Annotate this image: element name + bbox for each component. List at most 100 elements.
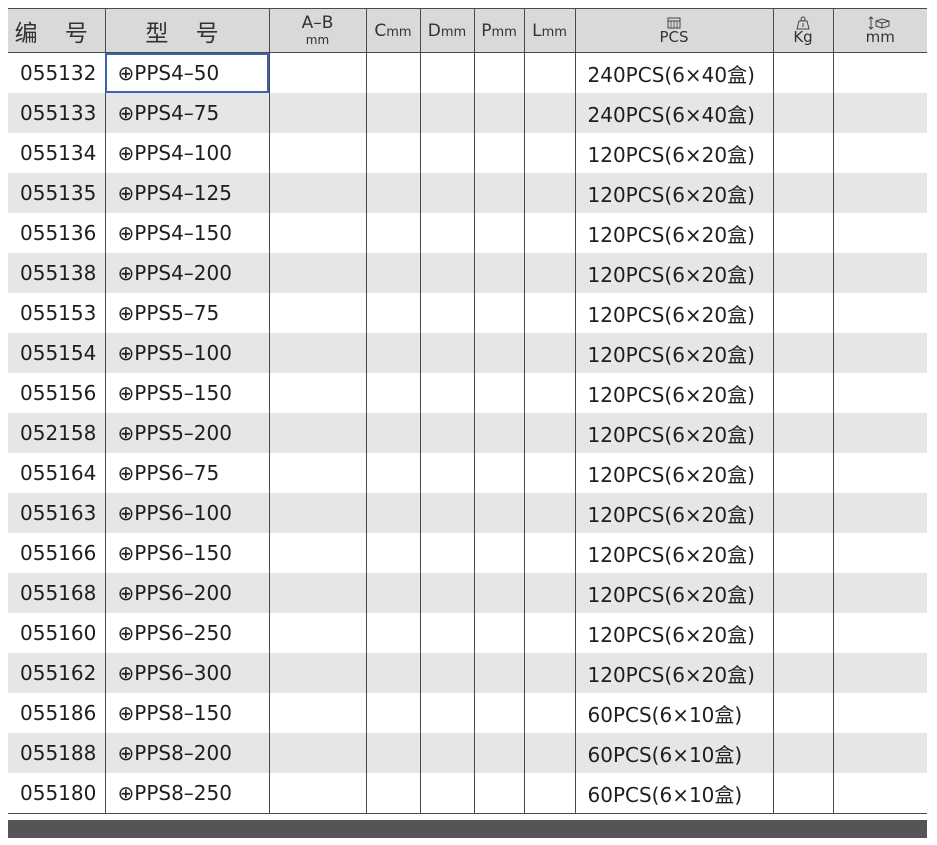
table-row: 055153 ⊕PPS5–75 120PCS(6×20盒) <box>8 293 927 333</box>
cell-mm <box>832 773 927 814</box>
cell-c <box>365 733 420 773</box>
cell-model[interactable]: ⊕PPS4–75 <box>104 93 269 133</box>
cell-model[interactable]: ⊕PPS4–100 <box>104 133 269 173</box>
cell-model[interactable]: ⊕PPS6–150 <box>104 533 269 573</box>
phillips-cross-icon: ⊕ <box>117 181 135 205</box>
cell-d <box>419 253 474 293</box>
cell-pack: 240PCS(6×40盒) <box>574 93 773 133</box>
cell-pack: 120PCS(6×20盒) <box>574 253 773 293</box>
cell-p <box>473 93 524 133</box>
cell-model[interactable]: ⊕PPS6–250 <box>104 613 269 653</box>
cell-mm <box>832 613 927 653</box>
cell-mm <box>832 52 927 93</box>
footer-bar <box>8 820 927 838</box>
model-text: PPS8–200 <box>134 741 232 765</box>
cell-d <box>419 413 474 453</box>
cell-ab <box>268 533 366 573</box>
phillips-cross-icon: ⊕ <box>117 741 135 765</box>
cell-code: 055154 <box>8 333 105 373</box>
cell-ab <box>268 653 366 693</box>
cell-model[interactable]: ⊕PPS6–200 <box>104 573 269 613</box>
cell-ab <box>268 173 366 213</box>
cell-pack: 120PCS(6×20盒) <box>574 493 773 533</box>
cell-kg <box>772 693 833 733</box>
cell-model[interactable]: ⊕PPS6–300 <box>104 653 269 693</box>
cell-model[interactable]: ⊕PPS8–150 <box>104 693 269 733</box>
cell-ab <box>268 493 366 533</box>
phillips-cross-icon: ⊕ <box>117 541 135 565</box>
cell-model[interactable]: ⊕PPS5–200 <box>104 413 269 453</box>
table-row: 055132 ⊕PPS4–50 240PCS(6×40盒) <box>8 52 927 93</box>
table-row: 055186 ⊕PPS8–150 60PCS(6×10盒) <box>8 693 927 733</box>
table-row: 055180 ⊕PPS8–250 60PCS(6×10盒) <box>8 773 927 814</box>
cell-kg <box>772 613 833 653</box>
cell-c <box>365 213 420 253</box>
cell-model[interactable]: ⊕PPS8–200 <box>104 733 269 773</box>
cell-d <box>419 613 474 653</box>
cell-model[interactable]: ⊕PPS6–75 <box>104 453 269 493</box>
model-text: PPS5–150 <box>134 381 232 405</box>
cell-model[interactable]: ⊕PPS4–50 <box>104 52 269 93</box>
header-l: Lmm <box>523 8 575 53</box>
phillips-cross-icon: ⊕ <box>117 421 135 445</box>
cell-l <box>523 333 575 373</box>
header-c: Cmm <box>365 8 420 53</box>
cell-mm <box>832 293 927 333</box>
cell-ab <box>268 733 366 773</box>
header-p: Pmm <box>473 8 524 53</box>
cell-model[interactable]: ⊕PPS4–200 <box>104 253 269 293</box>
header-weight-label: Kg <box>793 28 813 46</box>
cell-d <box>419 533 474 573</box>
phillips-cross-icon: ⊕ <box>117 461 135 485</box>
cell-l <box>523 733 575 773</box>
cell-code: 055136 <box>20 221 97 245</box>
cell-l <box>523 773 575 814</box>
header-d: Dmm <box>419 8 474 53</box>
cell-code: 055186 <box>20 701 97 725</box>
cell-model[interactable]: ⊕PPS5–100 <box>104 333 269 373</box>
cell-c <box>365 93 420 133</box>
cell-l <box>523 613 575 653</box>
cell-model[interactable]: ⊕PPS5–150 <box>104 373 269 413</box>
cell-l <box>523 93 575 133</box>
table-row: 055164 ⊕PPS6–75 120PCS(6×20盒) <box>8 453 927 493</box>
cell-code: 055163 <box>8 493 105 533</box>
cell-c <box>365 413 420 453</box>
cell-kg <box>772 733 833 773</box>
cell-kg <box>772 293 833 333</box>
cell-pack: 60PCS(6×10盒) <box>574 733 773 773</box>
cell-model[interactable]: ⊕PPS4–150 <box>104 213 269 253</box>
model-text: PPS6–150 <box>134 541 232 565</box>
cell-model[interactable]: ⊕PPS5–75 <box>104 293 269 333</box>
phillips-cross-icon: ⊕ <box>117 221 135 245</box>
model-text: PPS6–200 <box>134 581 232 605</box>
cell-l <box>523 133 575 173</box>
cell-p <box>473 293 524 333</box>
cell-kg <box>772 773 833 814</box>
cell-model[interactable]: ⊕PPS6–100 <box>104 493 269 533</box>
cell-code: 055180 <box>8 773 105 814</box>
header-ab-unit: mm <box>305 33 330 47</box>
cell-pack: 60PCS(6×10盒) <box>574 693 773 733</box>
cell-code: 055188 <box>8 733 105 773</box>
spec-table: 编 号 型 号 A–B mm Cmm Dmm Pmm Lmm PCS Kg mm… <box>8 8 927 814</box>
cell-p <box>473 333 524 373</box>
cell-l <box>523 213 575 253</box>
cell-p <box>473 453 524 493</box>
cell-mm <box>832 93 927 133</box>
cell-ab <box>268 613 366 653</box>
cell-model[interactable]: ⊕PPS8–250 <box>104 773 269 814</box>
cell-ab <box>268 693 366 733</box>
cell-l <box>523 373 575 413</box>
model-text: PPS6–100 <box>134 501 232 525</box>
cell-d <box>419 693 474 733</box>
cell-p <box>473 52 524 93</box>
model-text: PPS8–250 <box>134 781 232 805</box>
cell-pack: 120PCS(6×20盒) <box>574 533 773 573</box>
phillips-cross-icon: ⊕ <box>117 61 135 85</box>
cell-p <box>473 373 524 413</box>
cell-model[interactable]: ⊕PPS4–125 <box>104 173 269 213</box>
cell-pack: 120PCS(6×20盒) <box>574 373 773 413</box>
cell-code: 055134 <box>20 141 97 165</box>
cell-p <box>473 133 524 173</box>
